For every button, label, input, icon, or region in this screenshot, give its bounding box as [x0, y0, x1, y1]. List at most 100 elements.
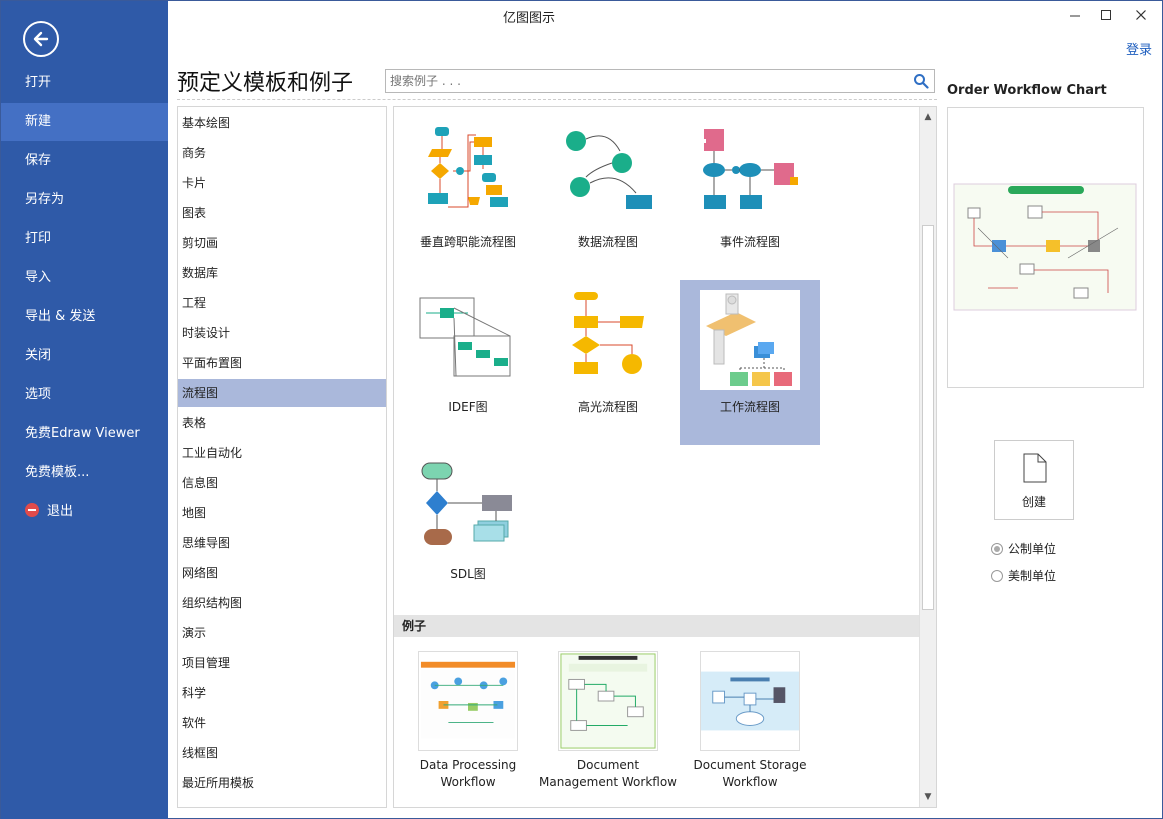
example-document-storage[interactable]: Document Storage Workflow [680, 641, 820, 807]
preview-title: Order Workflow Chart [947, 83, 1107, 98]
example-thumbnail [700, 651, 800, 751]
example-label: Document Storage Workflow [693, 758, 807, 789]
login-link[interactable]: 登录 [1126, 39, 1152, 58]
example-thumbnail [418, 651, 518, 751]
unit-option-metric[interactable]: 公制单位 [991, 540, 1056, 557]
category-item[interactable]: 剪切画 [178, 229, 386, 257]
example-thumbnail [558, 651, 658, 751]
template-label: 事件流程图 [719, 235, 780, 249]
category-item[interactable]: 思维导图 [178, 529, 386, 557]
category-item[interactable]: 演示 [178, 619, 386, 647]
sidebar-item-save[interactable]: 保存 [1, 142, 168, 180]
close-icon [1136, 10, 1146, 20]
highlight-flowchart-icon [572, 292, 644, 374]
category-item[interactable]: 图表 [178, 199, 386, 227]
template-gallery: 垂直跨职能流程图 数据流程图 事件流程图 IDEF图 高光流程图 工作流程图 S… [393, 106, 937, 808]
example-data-processing[interactable]: Data Processing Workflow [398, 641, 538, 807]
scroll-up-icon[interactable]: ▲ [920, 109, 936, 125]
template-workflow-selected[interactable]: 工作流程图 [680, 280, 820, 445]
create-button[interactable]: 创建 [994, 440, 1074, 520]
sdl-diagram-icon [421, 462, 512, 545]
category-item[interactable]: 项目管理 [178, 649, 386, 677]
category-item[interactable]: 平面布置图 [178, 349, 386, 377]
search-box[interactable] [385, 69, 935, 93]
category-item[interactable]: 信息图 [178, 469, 386, 497]
page-title: 预定义模板和例子 [177, 71, 354, 96]
category-item[interactable]: 基本绘图 [178, 109, 386, 137]
sidebar-item-exit[interactable]: 退出 [1, 493, 168, 531]
sidebar-item-edraw-viewer[interactable]: 免费Edraw Viewer [1, 415, 168, 453]
sidebar-item-exit-label: 退出 [47, 504, 74, 519]
close-window-button[interactable] [1129, 7, 1153, 27]
category-item[interactable]: 最近所用模板 [178, 769, 386, 797]
template-event-flow[interactable]: 事件流程图 [680, 115, 820, 280]
category-item[interactable]: 线框图 [178, 739, 386, 767]
template-data-flow[interactable]: 数据流程图 [538, 115, 678, 280]
template-label: 工作流程图 [719, 400, 780, 414]
sidebar-item-save-as[interactable]: 另存为 [1, 181, 168, 219]
category-item[interactable]: 科学 [178, 679, 386, 707]
radio-label: 美制单位 [1008, 569, 1057, 583]
sidebar-item-export-send[interactable]: 导出 & 发送 [1, 298, 168, 336]
sidebar-item-free-templates[interactable]: 免费模板... [1, 454, 168, 492]
category-item[interactable]: 工业自动化 [178, 439, 386, 467]
create-label: 创建 [1021, 495, 1046, 509]
category-item[interactable]: 组织结构图 [178, 589, 386, 617]
window-title: 亿图图示 [502, 11, 555, 26]
sidebar-item-options[interactable]: 选项 [1, 376, 168, 414]
scrollbar-thumb[interactable] [922, 225, 934, 610]
app-window: 打开 新建 保存 另存为 打印 导入 导出 & 发送 关闭 选项 免费Edraw… [0, 0, 1163, 819]
divider [177, 99, 937, 100]
maximize-button[interactable] [1094, 7, 1118, 27]
event-flowchart-icon [702, 129, 798, 209]
template-sdl[interactable]: SDL图 [398, 447, 538, 612]
template-label: IDEF图 [448, 400, 488, 414]
examples-section-header: 例子 [394, 615, 920, 637]
crossfunctional-flowchart-icon [428, 127, 508, 208]
template-label: 数据流程图 [577, 235, 638, 249]
sidebar-item-new[interactable]: 新建 [1, 103, 168, 141]
minimize-icon [1070, 15, 1080, 17]
maximize-icon [1101, 10, 1111, 20]
template-vertical-crossfunctional[interactable]: 垂直跨职能流程图 [398, 115, 538, 280]
category-item[interactable]: 表格 [178, 409, 386, 437]
category-item[interactable]: 时装设计 [178, 319, 386, 347]
category-item[interactable]: 地图 [178, 499, 386, 527]
preview-panel [947, 107, 1144, 388]
category-item[interactable]: 数据库 [178, 259, 386, 287]
sidebar-item-open[interactable]: 打开 [1, 64, 168, 102]
backstage-sidebar: 打开 新建 保存 另存为 打印 导入 导出 & 发送 关闭 选项 免费Edraw… [1, 1, 168, 819]
radio-icon [991, 570, 1003, 582]
template-label: 垂直跨职能流程图 [419, 235, 516, 249]
category-item[interactable]: 网络图 [178, 559, 386, 587]
radio-icon [991, 543, 1003, 555]
search-input[interactable] [386, 70, 896, 92]
template-highlight-flow[interactable]: 高光流程图 [538, 280, 678, 445]
category-item[interactable]: 卡片 [178, 169, 386, 197]
arrow-left-icon [33, 31, 49, 47]
scroll-down-icon[interactable]: ▼ [920, 789, 936, 805]
sidebar-item-import[interactable]: 导入 [1, 259, 168, 297]
new-document-icon [1023, 453, 1047, 483]
idef-diagram-icon [419, 297, 511, 377]
category-item[interactable]: 软件 [178, 709, 386, 737]
example-label: Data Processing Workflow [419, 758, 517, 789]
template-label: 高光流程图 [577, 400, 638, 414]
category-item-selected[interactable]: 流程图 [178, 379, 386, 407]
template-idef[interactable]: IDEF图 [398, 280, 538, 445]
sidebar-item-close[interactable]: 关闭 [1, 337, 168, 375]
search-icon[interactable] [913, 73, 929, 89]
example-document-management[interactable]: Document Management Workflow [538, 641, 678, 807]
back-button[interactable] [23, 21, 59, 57]
gallery-scrollbar[interactable]: ▲ ▼ [919, 107, 936, 807]
category-item[interactable]: 商务 [178, 139, 386, 167]
unit-option-us[interactable]: 美制单位 [991, 567, 1056, 584]
example-label: Document Management Workflow [539, 758, 677, 789]
minimize-button[interactable] [1063, 7, 1087, 27]
radio-label: 公制单位 [1008, 542, 1057, 556]
preview-thumbnail [953, 183, 1137, 311]
sidebar-item-print[interactable]: 打印 [1, 220, 168, 258]
data-flow-diagram-icon [566, 131, 652, 209]
category-item[interactable]: 工程 [178, 289, 386, 317]
exit-icon [25, 503, 39, 517]
